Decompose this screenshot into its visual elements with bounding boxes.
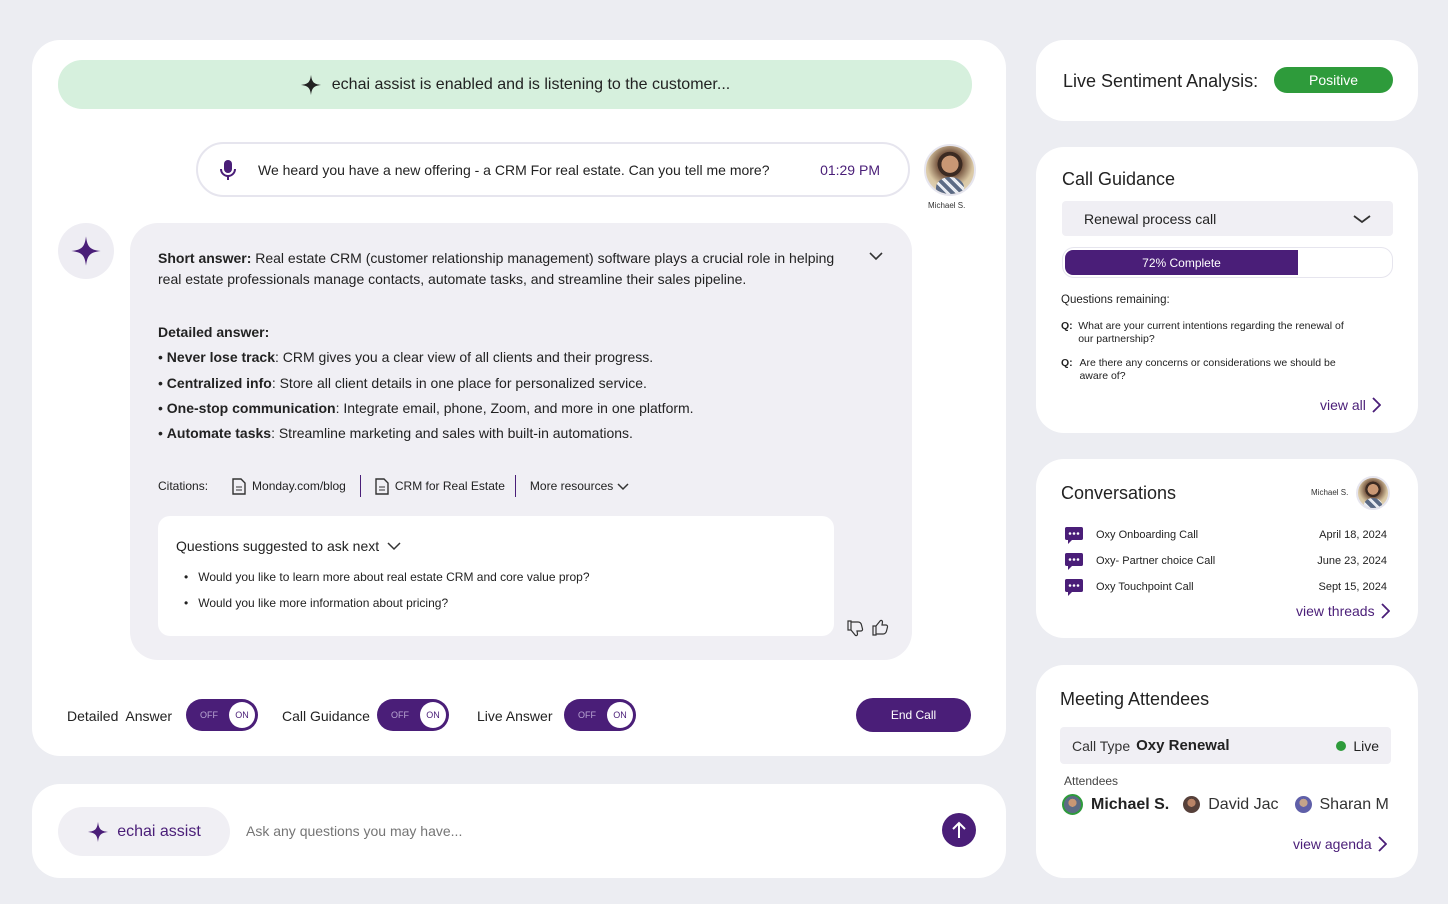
citations-row: Citations: Monday.com/blog CRM for Real … xyxy=(158,475,629,497)
sentiment-label: Live Sentiment Analysis: xyxy=(1063,71,1259,91)
list-item[interactable]: • Would you like to learn more about rea… xyxy=(184,564,590,590)
live-answer-toggle[interactable]: OFF ON xyxy=(564,699,636,731)
query-time: 01:29 PM xyxy=(820,161,880,178)
customer-query: We heard you have a new offering - a CRM… xyxy=(196,142,910,197)
short-answer-text: Real estate CRM (customer relationship m… xyxy=(158,250,835,287)
guidance-select[interactable]: Renewal process call xyxy=(1062,201,1393,236)
chevron-right-icon xyxy=(1377,836,1387,852)
sparkle-icon xyxy=(88,821,109,842)
ask-input[interactable] xyxy=(246,817,926,845)
questions-remaining-label: Questions remaining: xyxy=(1061,294,1170,306)
live-dot xyxy=(1336,740,1347,751)
conversation-list: Oxy Onboarding Call April 18, 2024 Oxy- P… xyxy=(1064,522,1387,600)
avatar xyxy=(924,144,976,196)
list-item: Q: What are your current intentions regar… xyxy=(1061,320,1344,345)
chat-icon xyxy=(1065,526,1083,544)
detailed-answer-label: Detailed answer: xyxy=(158,324,270,340)
call-guidance-toggle[interactable]: OFF ON xyxy=(377,699,449,731)
citation-link[interactable]: Monday.com/blog xyxy=(232,477,346,495)
view-all-link[interactable]: view all xyxy=(1320,397,1381,413)
citation-link[interactable]: CRM for Real Estate xyxy=(375,477,505,495)
list-item[interactable]: Oxy Onboarding Call April 18, 2024 xyxy=(1064,522,1387,548)
query-text: We heard you have a new offering - a CRM… xyxy=(258,161,770,178)
thumbs-down-icon[interactable] xyxy=(846,619,864,637)
chevron-right-icon xyxy=(1372,397,1381,413)
document-icon xyxy=(232,477,246,495)
attendee[interactable]: Sharan M xyxy=(1294,796,1389,814)
sparkle-icon xyxy=(71,236,101,266)
send-button[interactable] xyxy=(942,813,976,847)
detailed-answer-toggle[interactable]: OFF ON xyxy=(186,699,258,731)
chevron-down-icon xyxy=(1353,214,1371,223)
chat-icon xyxy=(1065,578,1083,596)
detailed-answer: Detailed answer: • Never lose track: CRM… xyxy=(158,320,848,446)
echai-assist-button[interactable]: echai assist xyxy=(58,807,230,856)
avatar-name: Michael S. xyxy=(928,201,966,210)
attendees-label: Attendees xyxy=(1064,774,1119,788)
avatar xyxy=(1183,796,1201,813)
toggle-label-live-answer: Live Answer xyxy=(477,708,553,724)
attendee[interactable]: Michael S. xyxy=(1062,794,1169,815)
citations-label: Citations: xyxy=(158,479,209,493)
short-answer-label: Short answer: xyxy=(158,250,252,266)
assistant-avatar xyxy=(58,223,114,279)
toggle-label-call-guidance: Call Guidance xyxy=(282,708,370,724)
thumbs-up-icon[interactable] xyxy=(871,619,889,637)
conversations-user: Michael S. xyxy=(1311,488,1349,497)
progress-fill: 72% Complete xyxy=(1065,250,1298,275)
list-item[interactable]: Oxy Touchpoint Call Sept 15, 2024 xyxy=(1064,574,1387,600)
suggested-title: Questions suggested to ask next xyxy=(176,538,380,554)
listening-banner: echai assist is enabled and is listening… xyxy=(58,60,972,109)
call-guidance-title: Call Guidance xyxy=(1062,169,1176,189)
list-item[interactable]: • Would you like more information about … xyxy=(184,590,590,616)
list-item: • One-stop communication: Integrate emai… xyxy=(158,399,694,416)
suggested-questions: Questions suggested to ask next • Would … xyxy=(158,516,834,636)
view-agenda-link[interactable]: view agenda xyxy=(1293,836,1387,852)
guidance-progress: 72% Complete xyxy=(1062,247,1393,278)
sentiment-badge: Positive xyxy=(1274,67,1393,93)
divider xyxy=(514,475,516,497)
arrow-up-icon xyxy=(952,821,966,838)
chevron-right-icon xyxy=(1380,603,1390,619)
banner-text: echai assist is enabled and is listening… xyxy=(331,75,731,93)
live-indicator: Live xyxy=(1336,738,1379,754)
short-answer: Short answer: Real estate CRM (customer … xyxy=(158,248,848,290)
document-icon xyxy=(375,477,389,495)
list-item: • Never lose track: CRM gives you a clea… xyxy=(158,349,654,366)
chevron-down-icon[interactable] xyxy=(387,541,401,551)
list-item: • Centralized info: Store all client det… xyxy=(158,374,647,391)
chat-icon xyxy=(1065,552,1083,570)
end-call-button[interactable]: End Call xyxy=(856,698,971,732)
list-item: Q: Are there any concerns or consideratio… xyxy=(1061,357,1336,382)
more-resources-dropdown[interactable]: More resources xyxy=(530,479,629,493)
toggle-label-detailed-answer: Detailed Answer xyxy=(67,708,173,724)
list-item[interactable]: Oxy- Partner choice Call June 23, 2024 xyxy=(1064,548,1387,574)
conversations-title: Conversations xyxy=(1061,483,1177,503)
chevron-down-icon[interactable] xyxy=(868,250,884,262)
call-type-row: Call Type Oxy Renewal Live xyxy=(1060,727,1391,764)
meeting-title: Meeting Attendees xyxy=(1060,689,1210,709)
list-item: • Automate tasks: Streamline marketing a… xyxy=(158,425,633,442)
attendee-list: Michael S. David Jac Sharan M xyxy=(1062,794,1389,815)
microphone-icon xyxy=(220,159,236,180)
avatar xyxy=(1294,796,1312,813)
avatar xyxy=(1356,476,1390,510)
divider xyxy=(359,475,361,497)
chevron-down-icon xyxy=(617,482,629,490)
attendee[interactable]: David Jac xyxy=(1183,796,1279,814)
view-threads-link[interactable]: view threads xyxy=(1296,603,1390,619)
sparkle-icon xyxy=(300,74,321,95)
avatar xyxy=(1062,794,1083,815)
